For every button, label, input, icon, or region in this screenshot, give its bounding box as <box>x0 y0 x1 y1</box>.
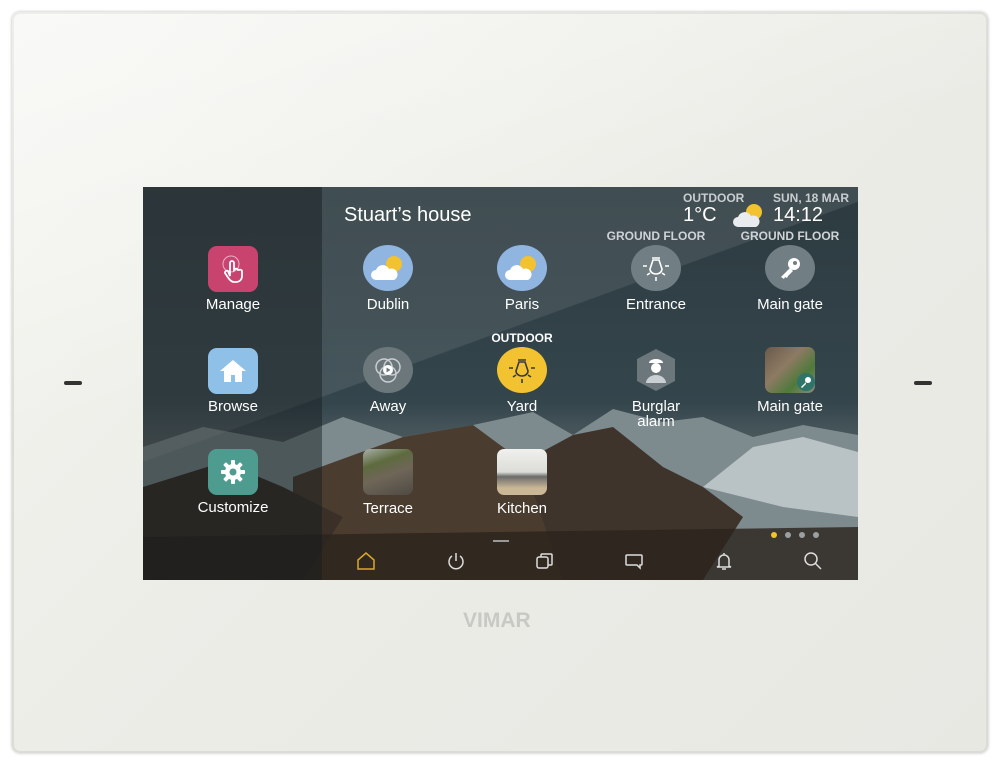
power-icon[interactable] <box>442 548 470 574</box>
tile-kitchen[interactable]: Kitchen <box>462 449 582 516</box>
tile-yard[interactable]: OUTDOOR Yard <box>462 331 582 415</box>
date: SUN, 18 MAR <box>773 191 850 205</box>
house-icon <box>208 348 258 394</box>
tile-label: Main gate <box>757 296 823 313</box>
sidebar-item-manage[interactable]: Manage <box>183 246 283 313</box>
key-icon <box>765 245 815 291</box>
tile-entrance[interactable]: GROUND FLOOR Entrance <box>596 229 716 313</box>
scenario-play-icon <box>363 347 413 393</box>
sidebar: Manage Browse Customize <box>143 187 322 580</box>
sidebar-item-label: Browse <box>207 398 259 415</box>
tile-paris[interactable]: Paris <box>462 245 582 312</box>
bottom-nav <box>322 542 858 580</box>
left-led <box>64 381 82 385</box>
tile-main-gate[interactable]: GROUND FLOOR Main gate <box>730 229 850 313</box>
bell-icon[interactable] <box>710 548 738 574</box>
message-icon[interactable] <box>620 548 648 574</box>
security-guard-icon <box>631 347 681 393</box>
sidebar-item-label: Manage <box>205 296 261 313</box>
partly-cloudy-icon <box>363 245 413 291</box>
tile-label: Away <box>369 398 407 415</box>
tile-dublin[interactable]: Dublin <box>328 245 448 312</box>
tile-label: Entrance <box>625 296 687 313</box>
ceiling-light-icon <box>631 245 681 291</box>
kitchen-photo <box>497 449 547 495</box>
touch-screen: Manage Browse Customize Stuart’s house O… <box>143 187 858 580</box>
pages-icon[interactable] <box>531 548 559 574</box>
page-dot-active[interactable] <box>771 532 777 538</box>
page-dot[interactable] <box>799 532 805 538</box>
sidebar-item-label: Customize <box>197 499 269 516</box>
tile-label: Dublin <box>366 296 410 313</box>
sidebar-item-customize[interactable]: Customize <box>183 449 283 516</box>
page-title: Stuart’s house <box>344 204 472 226</box>
tile-label: Terrace <box>362 500 414 517</box>
key-icon <box>797 373 815 391</box>
search-icon[interactable] <box>799 548 827 574</box>
gate-photo-thumbnail <box>765 347 815 393</box>
gear-icon <box>208 449 258 495</box>
tile-label: Burglar alarm <box>631 398 681 430</box>
vimar-logo: VIMAR <box>463 609 531 632</box>
sidebar-item-browse[interactable]: Browse <box>183 348 283 415</box>
page-dot[interactable] <box>813 532 819 538</box>
tile-caption: OUTDOOR <box>491 331 553 345</box>
tile-terrace[interactable]: Terrace <box>328 449 448 516</box>
page-dot[interactable] <box>785 532 791 538</box>
outdoor-temperature: 1°C <box>683 204 717 226</box>
clock: 14:12 <box>773 204 824 226</box>
ceiling-light-icon <box>497 347 547 393</box>
touch-hand-icon <box>208 246 258 292</box>
terrace-photo <box>363 449 413 495</box>
home-icon[interactable] <box>352 548 380 574</box>
tile-main-gate-camera[interactable]: Main gate <box>730 347 850 414</box>
tile-burglar-alarm[interactable]: Burglar alarm <box>596 347 716 429</box>
right-led <box>914 381 932 385</box>
tile-label: Yard <box>506 398 538 415</box>
tile-label: Kitchen <box>496 500 548 517</box>
tile-caption: GROUND FLOOR <box>740 229 840 243</box>
page-indicator <box>771 532 819 538</box>
partly-cloudy-icon <box>497 245 547 291</box>
tile-label: Paris <box>504 296 540 313</box>
tile-away[interactable]: Away <box>328 347 448 414</box>
tile-label: Main gate <box>757 398 823 415</box>
partly-cloudy-icon <box>733 204 762 227</box>
tile-caption: GROUND FLOOR <box>606 229 706 243</box>
